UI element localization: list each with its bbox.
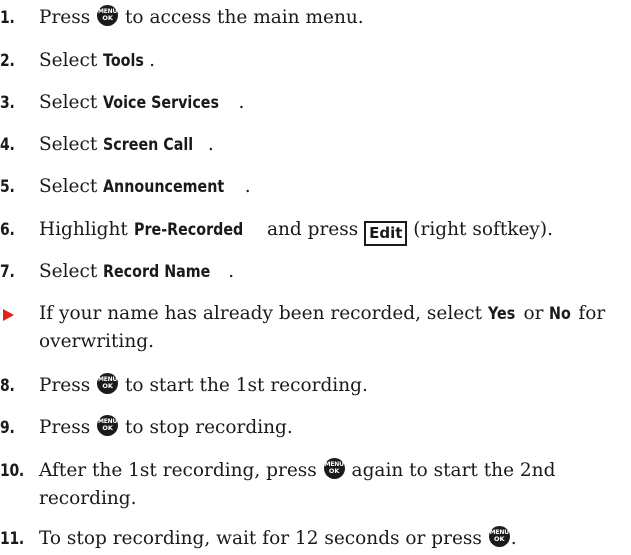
menu-ok-key-icon: MENU OK xyxy=(488,526,510,547)
step-number: 11. xyxy=(0,529,24,549)
menu-option: Screen Call xyxy=(103,135,194,155)
step-number: 8. xyxy=(0,376,15,396)
menu-ok-key-icon: MENU OK xyxy=(323,458,345,479)
menu-option: Pre-Recorded xyxy=(133,220,243,240)
bullet-arrow-icon xyxy=(3,309,14,321)
step-number: 3. xyxy=(0,93,15,113)
step-text: Select Tools. xyxy=(39,47,155,75)
step-number: 2. xyxy=(0,51,15,71)
step-text: To stop recording, wait for 12 seconds o… xyxy=(39,526,517,549)
step-number: 1. xyxy=(0,8,15,28)
menu-option: Voice Services xyxy=(103,93,220,113)
step-number: 6. xyxy=(0,220,15,240)
menu-option: Record Name xyxy=(103,262,211,282)
step-text: Select Screen Call. xyxy=(39,131,214,159)
option-no: No xyxy=(549,304,572,324)
menu-option: Tools xyxy=(103,51,145,71)
step-text: Select Announcement. xyxy=(39,173,251,201)
step-text: Press MENU OK to access the main menu. xyxy=(39,5,364,28)
menu-ok-key-icon: MENU OK xyxy=(97,373,119,394)
step-number: 10. xyxy=(0,461,24,481)
step-text: Press MENU OK to start the 1st recording. xyxy=(39,373,368,396)
step-number: 4. xyxy=(0,135,15,155)
note-text: If your name has already been recorded, … xyxy=(39,300,605,328)
step-text: Press MENU OK to stop recording. xyxy=(39,415,293,438)
step-number: 9. xyxy=(0,418,15,438)
menu-ok-key-icon: MENU OK xyxy=(97,5,119,26)
option-yes: Yes xyxy=(487,304,516,324)
step-text: Select Record Name. xyxy=(39,258,234,286)
step-text: Select Voice Services. xyxy=(39,89,244,117)
edit-softkey-label: Edit xyxy=(364,221,408,246)
menu-ok-key-icon: MENU OK xyxy=(97,415,119,436)
step-number: 7. xyxy=(0,262,15,282)
menu-option: Announcement xyxy=(103,177,225,197)
step-number: 5. xyxy=(0,177,15,197)
step-text: Highlight Pre-Recorded and press Edit (r… xyxy=(39,216,553,246)
step-text: After the 1st recording, press MENU OK ag… xyxy=(39,458,556,481)
